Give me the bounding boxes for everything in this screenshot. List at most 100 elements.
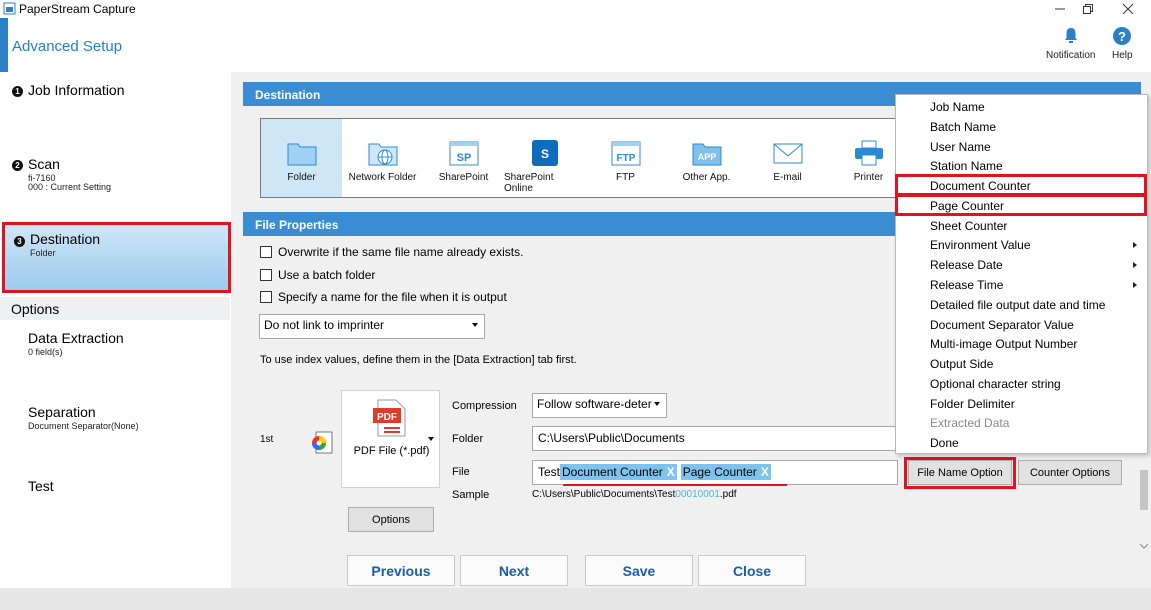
sharepoint-online-icon: S	[531, 140, 558, 166]
tag-document-counter[interactable]: Document Counter X	[560, 464, 677, 480]
imprinter-select[interactable]: Do not link to imprinter	[259, 314, 485, 339]
color-mode-icon	[312, 431, 333, 454]
specify-name-checkbox[interactable]: Specify a name for the file when it is o…	[260, 290, 507, 304]
dest-label: FTP	[616, 172, 635, 183]
menu-item-station-name[interactable]: Station Name	[930, 159, 1003, 173]
close-icon[interactable]: X	[667, 465, 675, 479]
step-sub: 000 : Current Setting	[28, 182, 112, 192]
highlight-underline	[563, 484, 787, 486]
tag-page-counter[interactable]: Page Counter X	[680, 464, 771, 480]
chevron-down-icon[interactable]	[1140, 544, 1148, 550]
sample-ext: .pdf	[719, 489, 737, 500]
folder-input[interactable]: C:\Users\Public\Documents	[532, 426, 898, 451]
menu-item-detailed-output-datetime[interactable]: Detailed file output date and time	[930, 298, 1105, 312]
option-sub: Document Separator(None)	[28, 421, 139, 431]
overwrite-checkbox[interactable]: Overwrite if the same file name already …	[260, 245, 523, 259]
page-counter-highlight	[895, 194, 1147, 216]
file-name-option-menu: Job Name Batch Name User Name Station Na…	[895, 94, 1148, 454]
index-note: To use index values, define them in the …	[260, 354, 577, 366]
dest-other-app[interactable]: APP Other App.	[666, 119, 747, 197]
checkbox-label: Specify a name for the file when it is o…	[278, 290, 507, 304]
nav-step-destination[interactable]: 3 Destination Folder	[2, 222, 231, 293]
notification-button[interactable]: Notification	[1046, 26, 1095, 61]
menu-item-user-name[interactable]: User Name	[930, 140, 991, 154]
counter-options-button[interactable]: Counter Options	[1018, 460, 1122, 485]
window-title: PaperStream Capture	[19, 2, 136, 16]
compression-select[interactable]: Follow software-deter	[532, 393, 667, 418]
menu-item-job-name[interactable]: Job Name	[930, 100, 985, 114]
sample-counter: 00010001	[675, 489, 720, 500]
close-icon[interactable]: X	[761, 465, 769, 479]
previous-button[interactable]: Previous	[347, 555, 455, 586]
menu-item-environment-value[interactable]: Environment Value	[930, 238, 1145, 252]
menu-item-folder-delimiter[interactable]: Folder Delimiter	[930, 397, 1015, 411]
chevron-down-icon	[428, 437, 434, 441]
app-glyph: APP	[697, 152, 716, 162]
checkbox-box[interactable]	[260, 269, 272, 281]
menu-item-done[interactable]: Done	[930, 436, 959, 450]
option-title: Separation	[28, 404, 96, 420]
folder-icon	[287, 143, 316, 166]
ftp-icon: FTP	[611, 141, 640, 166]
close-button[interactable]: Close	[698, 555, 806, 586]
folder-label: Folder	[452, 433, 484, 445]
file-name-option-button[interactable]: File Name Option	[908, 460, 1012, 485]
options-button[interactable]: Options	[348, 507, 434, 532]
nav-step-scan[interactable]: 2 Scan fi-7160 000 : Current Setting	[0, 154, 230, 194]
checkbox-box[interactable]	[260, 246, 272, 258]
menu-item-multi-image-output-number[interactable]: Multi-image Output Number	[930, 337, 1077, 351]
sample-label: Sample	[452, 489, 490, 501]
batch-folder-checkbox[interactable]: Use a batch folder	[260, 268, 375, 282]
option-title: Test	[28, 478, 54, 494]
dest-label: Other App.	[682, 172, 731, 183]
sample-prefix: C:\Users\Public\Documents\Test	[532, 489, 676, 500]
chevron-down-icon	[654, 402, 660, 406]
menu-item-batch-name[interactable]: Batch Name	[930, 120, 996, 134]
tag-label: Page Counter	[682, 465, 757, 479]
row-label: 1st	[260, 434, 274, 445]
file-name-input[interactable]: Test Document Counter X Page Counter X	[532, 460, 898, 485]
nav-step-job-information[interactable]: 1 Job Information	[0, 80, 230, 110]
dest-sharepoint-online[interactable]: S SharePoint Online	[504, 119, 585, 197]
header-accent	[0, 18, 8, 72]
dest-label: SharePoint	[438, 172, 489, 183]
scrollbar-thumb[interactable]	[1140, 470, 1148, 510]
dest-folder[interactable]: Folder	[261, 119, 342, 197]
app-icon	[3, 2, 16, 15]
step-sub: Folder	[30, 248, 56, 258]
menu-item-release-time[interactable]: Release Time	[930, 278, 1145, 292]
title-bar	[0, 0, 1151, 18]
compression-label: Compression	[452, 400, 517, 412]
nav-option-separation[interactable]: Separation Document Separator(None)	[0, 404, 230, 434]
close-window-button[interactable]	[1105, 0, 1151, 18]
pdf-icon: PDF	[373, 399, 406, 437]
menu-item-label: Release Date	[930, 258, 1003, 272]
compression-value: Follow software-deter	[537, 397, 652, 411]
menu-item-sheet-counter[interactable]: Sheet Counter	[930, 219, 1007, 233]
scrollbar[interactable]	[1137, 470, 1151, 555]
sharepoint-icon: SP	[449, 141, 478, 166]
checkbox-box[interactable]	[260, 291, 272, 303]
svg-text:?: ?	[1118, 29, 1126, 44]
menu-item-output-side[interactable]: Output Side	[930, 357, 993, 371]
help-button[interactable]: ? Help	[1112, 26, 1133, 61]
ftp-glyph: FTP	[616, 153, 635, 164]
menu-item-release-date[interactable]: Release Date	[930, 258, 1145, 272]
dest-ftp[interactable]: FTP FTP	[585, 119, 666, 197]
help-icon: ?	[1113, 27, 1132, 45]
dest-sharepoint[interactable]: SP SharePoint	[423, 119, 504, 197]
next-button[interactable]: Next	[460, 555, 568, 586]
nav-option-test[interactable]: Test	[0, 478, 230, 502]
nav-option-data-extraction[interactable]: Data Extraction 0 field(s)	[0, 330, 230, 360]
file-label: File	[452, 466, 470, 478]
menu-item-optional-character-string[interactable]: Optional character string	[930, 377, 1061, 391]
dest-email[interactable]: E-mail	[747, 119, 828, 197]
sample-path: C:\Users\Public\Documents\Test00010001.p…	[532, 489, 737, 500]
dest-network-folder[interactable]: Network Folder	[342, 119, 423, 197]
save-button[interactable]: Save	[585, 555, 693, 586]
status-bar	[0, 588, 1151, 610]
step-title: Destination	[30, 231, 101, 247]
chevron-right-icon	[1133, 262, 1137, 268]
menu-item-document-separator-value[interactable]: Document Separator Value	[930, 318, 1074, 332]
file-format-selector[interactable]: PDF PDF File (*.pdf)	[341, 390, 440, 488]
